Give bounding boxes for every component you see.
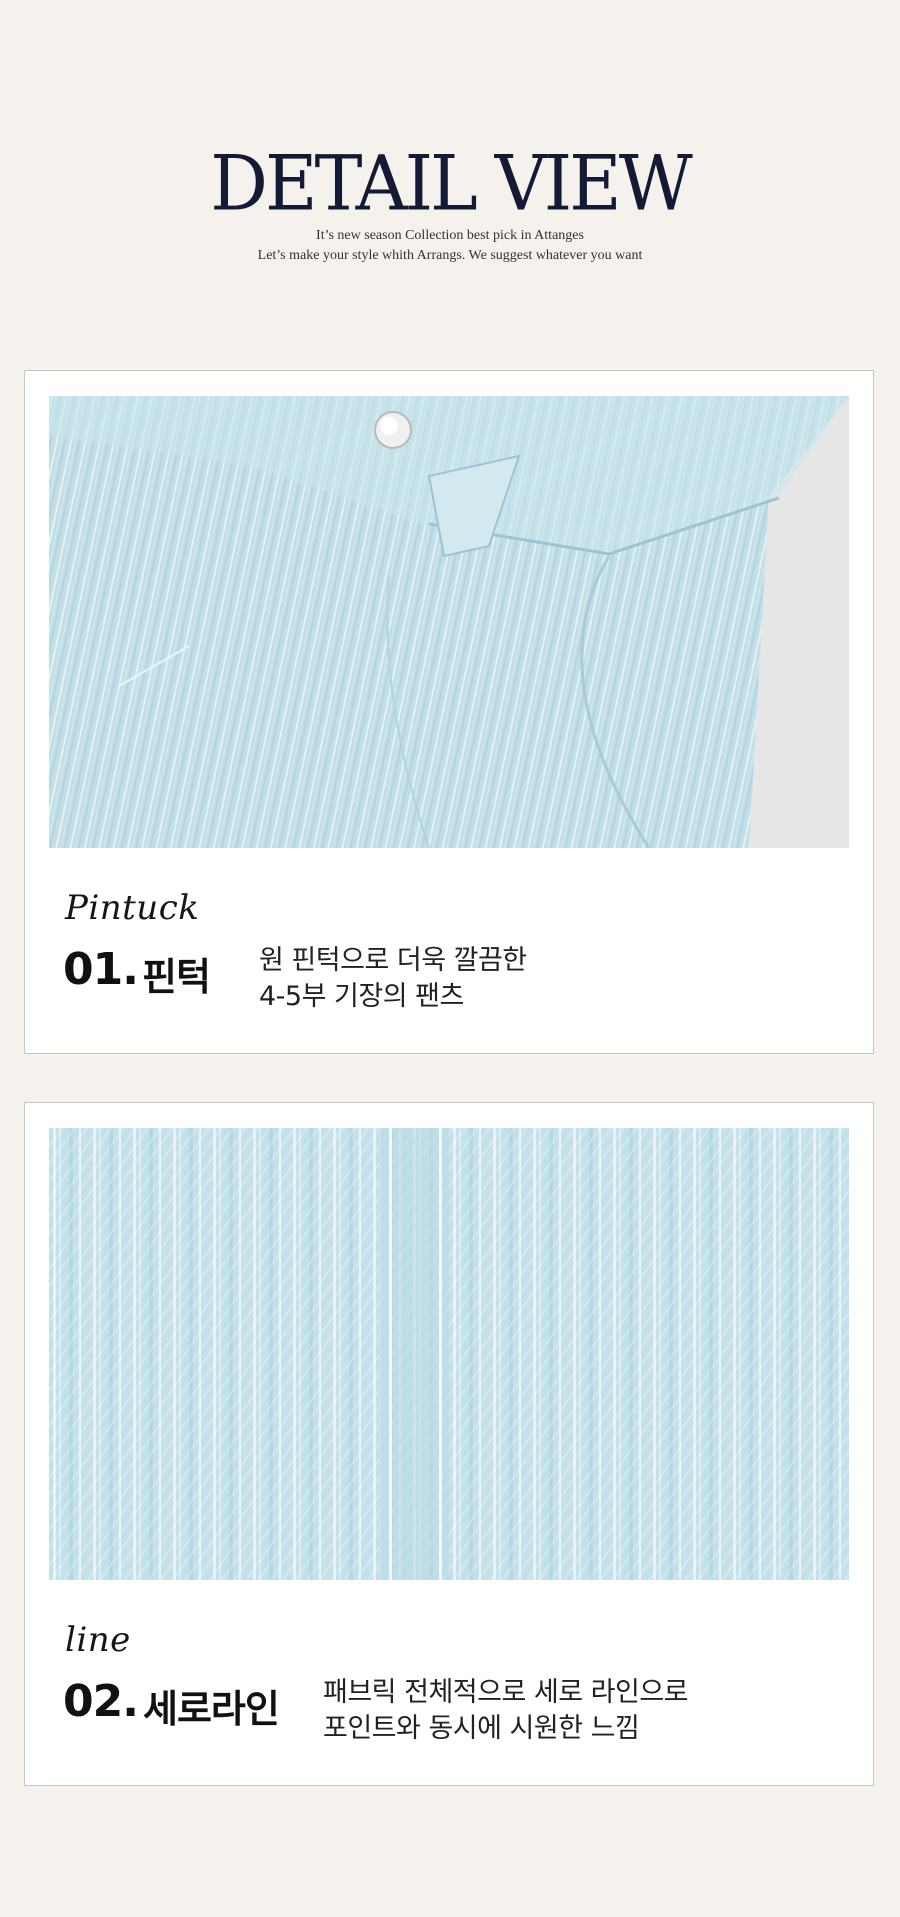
detail-card-line: line 02. 세로라인 패브릭 전체적으로 세로 라인으로 포인트와 동시에…: [24, 1102, 874, 1786]
feature-description-line-1: 패브릭 전체적으로 세로 라인으로: [323, 1677, 689, 1708]
page-title: DETAIL VIEW: [210, 138, 693, 228]
subtitle-line-1: It’s new season Collection best pick in …: [316, 228, 584, 243]
feature-name: 세로라인: [143, 1687, 280, 1731]
feature-script-label: Pintuck: [65, 888, 200, 928]
feature-name: 핀턱: [142, 955, 211, 999]
pintuck-photo: [49, 396, 849, 848]
feature-description-line-1: 원 핀턱으로 더욱 깔끔한: [259, 945, 527, 976]
subtitle-line-2: Let’s make your style whith Arrangs. We …: [257, 248, 643, 263]
feature-number: 01.: [63, 944, 139, 995]
feature-description: 패브릭 전체적으로 세로 라인으로 포인트와 동시에 시원한 느낌: [323, 1675, 689, 1747]
feature-script-label: line: [65, 1620, 131, 1660]
feature-description: 원 핀턱으로 더욱 깔끔한 4-5부 기장의 팬츠: [259, 943, 527, 1015]
vertical-line-photo: [49, 1128, 849, 1580]
detail-card-pintuck: Pintuck 01. 핀턱 원 핀턱으로 더욱 깔끔한 4-5부 기장의 팬츠: [24, 370, 874, 1054]
feature-description-line-2: 4-5부 기장의 팬츠: [259, 981, 464, 1012]
header: DETAIL VIEW It’s new season Collection b…: [0, 0, 900, 370]
feature-number: 02.: [63, 1676, 139, 1727]
feature-description-line-2: 포인트와 동시에 시원한 느낌: [323, 1713, 640, 1744]
